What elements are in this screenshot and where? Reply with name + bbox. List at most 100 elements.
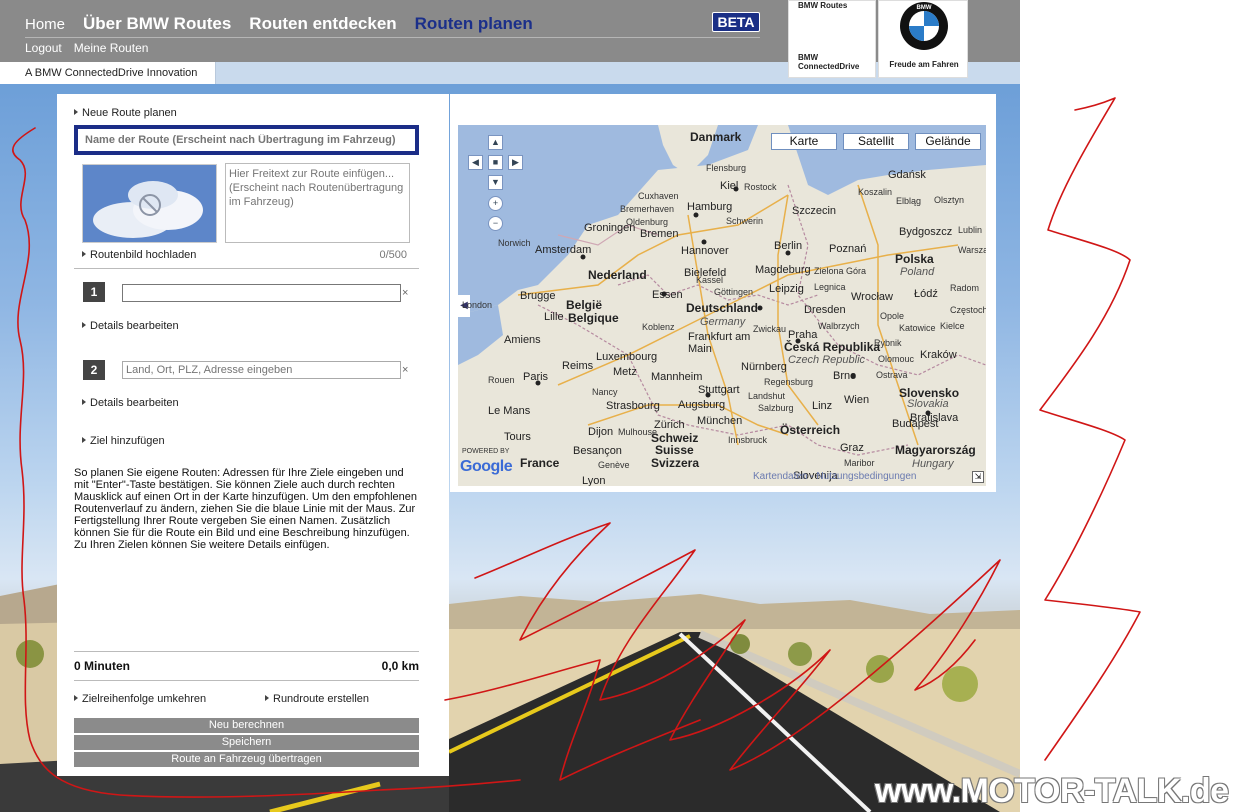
map-label: Innsbruck — [728, 435, 768, 445]
map-label: Stuttgart — [698, 384, 740, 396]
map-label: Hannover — [681, 245, 729, 257]
save-button[interactable]: Speichern — [74, 735, 419, 750]
my-routes-link[interactable]: Meine Routen — [74, 41, 149, 55]
map-label: Reims — [562, 360, 594, 372]
map-label: Katowice — [899, 323, 936, 333]
route-image-placeholder[interactable] — [82, 164, 217, 243]
main-nav: Home Über BMW Routes Routen entdecken Ro… — [25, 14, 551, 34]
nav-about[interactable]: Über BMW Routes — [83, 14, 231, 34]
map-label: Łódź — [914, 288, 938, 300]
zoom-in-icon[interactable]: + — [488, 196, 503, 211]
help-text: So planen Sie eigene Routen: Adressen fü… — [74, 467, 418, 551]
map-label: Leipzig — [769, 283, 804, 295]
map-label: Maribor — [844, 458, 875, 468]
reverse-order-link[interactable]: Zielreihenfolge umkehren — [74, 693, 206, 705]
pan-center-icon[interactable]: ■ — [488, 155, 503, 170]
map-label: Slovakia — [907, 398, 949, 410]
map-label: Oldenburg — [626, 217, 669, 227]
add-destination-link[interactable]: Ziel hinzufügen — [82, 435, 165, 447]
map-label: Mulhouse — [618, 427, 658, 437]
map-label: Deutschland — [686, 301, 759, 315]
cloud-image — [83, 165, 216, 242]
map-label: Zwickau — [753, 324, 787, 334]
map-label: Gdańsk — [888, 169, 926, 181]
round-trip-link[interactable]: Rundroute erstellen — [265, 693, 369, 705]
map-label: Rybnik — [874, 338, 902, 348]
divider — [74, 680, 419, 681]
map-view[interactable]: ◀ ▲ ◀ ■ ▶ ▼ + − Karte Satellit Gelände D… — [458, 125, 986, 486]
map-type-gelaende[interactable]: Gelände — [915, 133, 981, 150]
map-label: Nürnberg — [741, 361, 787, 373]
map-label: Cuxhaven — [638, 191, 679, 201]
destination-input-1[interactable] — [122, 284, 401, 302]
map-label: London — [462, 300, 493, 310]
map-label: Hamburg — [687, 201, 733, 213]
pan-right-icon[interactable]: ▶ — [508, 155, 523, 170]
powered-by-label: POWERED BY — [462, 448, 510, 455]
clear-icon[interactable]: × — [402, 364, 408, 376]
destination-input-2[interactable] — [122, 361, 401, 379]
map-label: Poznań — [829, 243, 867, 255]
map-label: Olomouc — [878, 354, 915, 364]
nav-plan-routes[interactable]: Routen planen — [415, 14, 533, 34]
bmw-routes-logo[interactable]: BMW Routes BMW ConnectedDrive — [788, 0, 876, 78]
map-label: Dijon — [588, 426, 614, 438]
pan-left-icon[interactable]: ◀ — [468, 155, 483, 170]
clear-icon[interactable]: × — [402, 287, 408, 299]
bmw-roundel-icon: BMW — [900, 2, 948, 50]
map-label: Legnica — [814, 282, 846, 292]
pan-up-icon[interactable]: ▲ — [488, 135, 503, 150]
route-name-input[interactable] — [78, 129, 415, 151]
right-margin — [1020, 0, 1243, 812]
logo-connected-text: BMW ConnectedDrive — [798, 53, 860, 71]
map-type-satellit[interactable]: Satellit — [843, 133, 909, 150]
map-label: Wrocław — [851, 291, 893, 303]
logo-bmw-text: BMW — [917, 5, 932, 11]
map-label: Linz — [812, 400, 833, 412]
map-label: France — [520, 456, 560, 470]
map-label: Lublin — [958, 225, 983, 235]
route-description-input[interactable] — [225, 163, 410, 243]
map-terms-link[interactable]: Kartendaten - Nutzungsbedingungen — [753, 471, 916, 482]
recalculate-button[interactable]: Neu berechnen — [74, 718, 419, 733]
google-logo[interactable]: Google — [460, 458, 513, 476]
map-label: Graz — [840, 442, 864, 454]
nav-discover-routes[interactable]: Routen entdecken — [249, 14, 396, 34]
map-label: Ostrava — [876, 370, 908, 380]
edit-details-link-1[interactable]: Details bearbeiten — [82, 320, 179, 332]
map-label: Luxembourg — [596, 351, 658, 363]
beta-badge: BETA — [712, 12, 760, 32]
map-label: Besançon — [573, 445, 622, 457]
map-label: Zürich — [654, 419, 685, 431]
nav-divider — [25, 37, 760, 38]
map-type-karte[interactable]: Karte — [771, 133, 837, 150]
map-label: Flensburg — [706, 163, 747, 173]
map-label: Radom — [950, 283, 980, 293]
logout-link[interactable]: Logout — [25, 41, 62, 55]
bmw-logo[interactable]: BMW Freude am Fahren — [878, 0, 968, 78]
map-label: Amiens — [504, 334, 541, 346]
map-label: Magyarország — [895, 443, 976, 457]
map-label: Zielona Góra — [814, 266, 867, 276]
upload-image-link[interactable]: Routenbild hochladen — [82, 249, 196, 261]
map-label: Wien — [844, 394, 870, 406]
nav-home[interactable]: Home — [25, 16, 65, 33]
map-label: Česká Republika — [784, 340, 881, 354]
send-to-car-button[interactable]: Route an Fahrzeug übertragen — [74, 752, 419, 767]
map-label: Svizzera — [651, 456, 700, 470]
route-name-frame — [74, 125, 419, 155]
map-label: Kassel — [696, 275, 724, 285]
map-label: München — [697, 415, 743, 427]
expand-icon[interactable]: ⇲ — [972, 471, 984, 483]
map-label: Kiel — [720, 180, 739, 192]
watermark: www.MOTOR-TALK.de — [875, 772, 1229, 810]
map-label: Budapest — [892, 418, 939, 430]
step-number-1: 1 — [83, 282, 105, 302]
map-label: Czech Republic — [788, 354, 866, 366]
edit-details-link-2[interactable]: Details bearbeiten — [82, 397, 179, 409]
map-label: Norwich — [498, 238, 531, 248]
map-label: Magdeburg — [755, 264, 811, 276]
map-label: Danmark — [690, 130, 742, 144]
zoom-out-icon[interactable]: − — [488, 216, 503, 231]
pan-down-icon[interactable]: ▼ — [488, 175, 503, 190]
